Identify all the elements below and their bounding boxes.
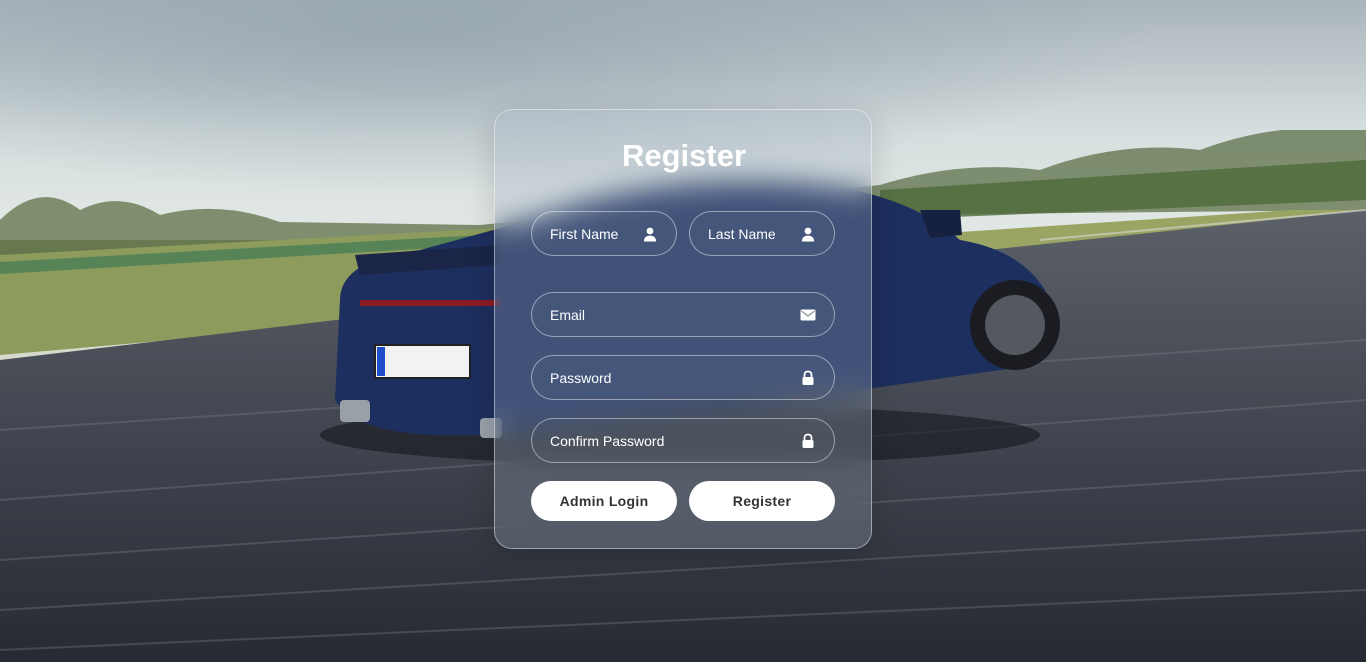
user-icon	[643, 227, 657, 242]
email-field	[531, 292, 835, 337]
lock-icon	[802, 370, 814, 385]
admin-login-button[interactable]: Admin Login	[531, 481, 677, 521]
email-input[interactable]	[532, 293, 834, 336]
first-name-field	[531, 211, 677, 256]
envelope-icon	[800, 309, 816, 321]
register-title: Register	[621, 138, 747, 173]
lock-icon	[802, 433, 814, 448]
confirm-password-field	[531, 418, 835, 463]
last-name-field	[689, 211, 835, 256]
register-card: Register Admin Lo	[494, 109, 872, 549]
password-input[interactable]	[532, 356, 834, 399]
register-button[interactable]: Register	[689, 481, 835, 521]
user-icon	[801, 227, 815, 242]
confirm-password-input[interactable]	[532, 419, 834, 462]
password-field	[531, 355, 835, 400]
